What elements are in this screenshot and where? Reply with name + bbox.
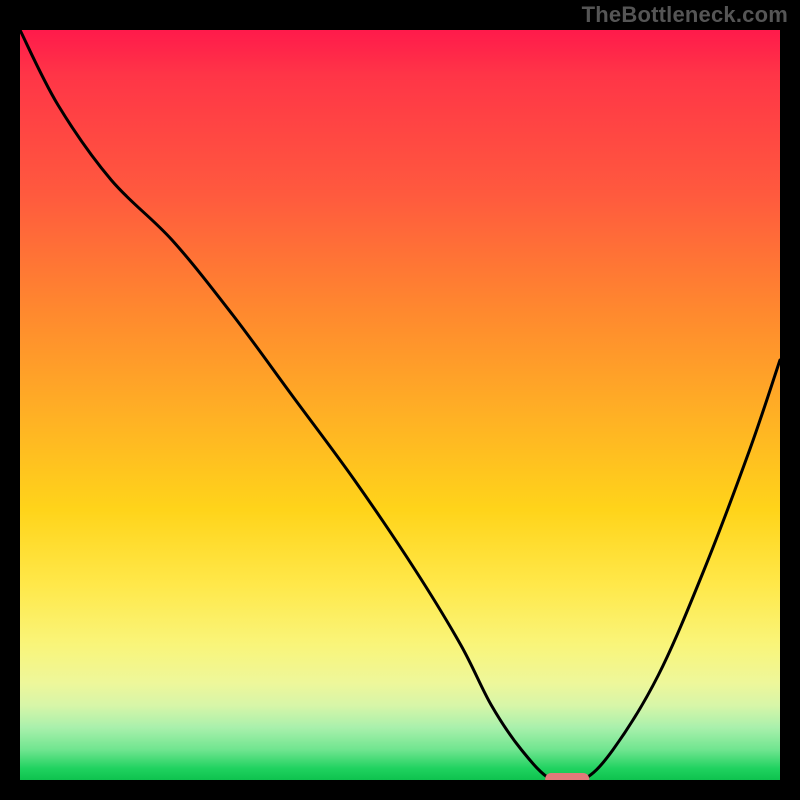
watermark-text: TheBottleneck.com [582,2,788,28]
plot-area [20,30,780,780]
optimal-marker [545,773,589,780]
bottleneck-curve [20,30,780,780]
curve-layer [20,30,780,780]
chart-frame: TheBottleneck.com [0,0,800,800]
